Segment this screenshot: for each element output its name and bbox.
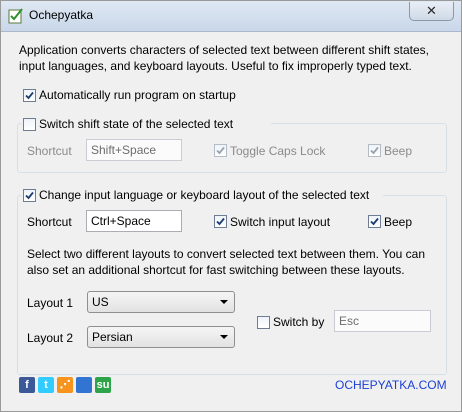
stumbleupon-icon[interactable]: su — [95, 377, 111, 393]
shift-state-checkbox[interactable] — [23, 118, 36, 131]
layout2-select[interactable]: Persian — [87, 326, 235, 348]
chevron-down-icon — [220, 300, 228, 304]
title-bar[interactable]: Ochepyatka ✕ — [1, 1, 461, 32]
layout-label[interactable]: Change input language or keyboard layout… — [39, 188, 369, 202]
switch-input-label[interactable]: Switch input layout — [230, 215, 330, 229]
twitter-icon[interactable]: t — [38, 377, 54, 393]
switch-by-label[interactable]: Switch by — [273, 315, 324, 329]
website-link[interactable]: OCHEPYATKA.COM — [335, 378, 447, 392]
switch-by-checkbox[interactable] — [257, 316, 270, 329]
shift-shortcut-input[interactable]: Shift+Space — [86, 139, 182, 161]
app-icon — [8, 8, 23, 24]
delicious-icon[interactable] — [76, 377, 92, 393]
shift-beep-checkbox[interactable] — [368, 144, 381, 157]
layout2-value: Persian — [92, 330, 133, 344]
window-title: Ochepyatka — [29, 8, 94, 22]
layout-info-text: Select two different layouts to convert … — [27, 247, 426, 277]
layout1-label: Layout 1 — [27, 296, 74, 310]
layout2-label: Layout 2 — [27, 331, 74, 345]
toggle-caps-checkbox[interactable] — [214, 144, 227, 157]
layout1-select[interactable]: US — [87, 291, 235, 313]
autostart-label[interactable]: Automatically run program on startup — [39, 88, 236, 102]
main-panel: Application converts characters of selec… — [9, 32, 453, 404]
switch-by-input[interactable]: Esc — [334, 310, 431, 332]
close-button[interactable]: ✕ — [409, 2, 454, 21]
layout-checkbox[interactable] — [23, 189, 36, 202]
shift-beep-label[interactable]: Beep — [384, 144, 412, 158]
layout-beep-label[interactable]: Beep — [384, 215, 412, 229]
rss-icon[interactable]: ⋰ — [57, 377, 73, 393]
chevron-down-icon — [220, 335, 228, 339]
autostart-checkbox[interactable] — [23, 89, 36, 102]
layout-beep-checkbox[interactable] — [368, 215, 381, 228]
description-text: Application converts characters of selec… — [19, 43, 429, 73]
facebook-icon[interactable]: f — [19, 377, 35, 393]
shift-shortcut-label: Shortcut — [27, 144, 72, 158]
toggle-caps-label[interactable]: Toggle Caps Lock — [230, 144, 325, 158]
layout1-value: US — [92, 295, 109, 309]
layout-shortcut-input[interactable]: Ctrl+Space — [86, 210, 182, 232]
layout-shortcut-label: Shortcut — [27, 215, 72, 229]
app-window: Ochepyatka ✕ Application converts charac… — [0, 0, 462, 412]
shift-state-label[interactable]: Switch shift state of the selected text — [39, 117, 233, 131]
switch-input-checkbox[interactable] — [214, 215, 227, 228]
